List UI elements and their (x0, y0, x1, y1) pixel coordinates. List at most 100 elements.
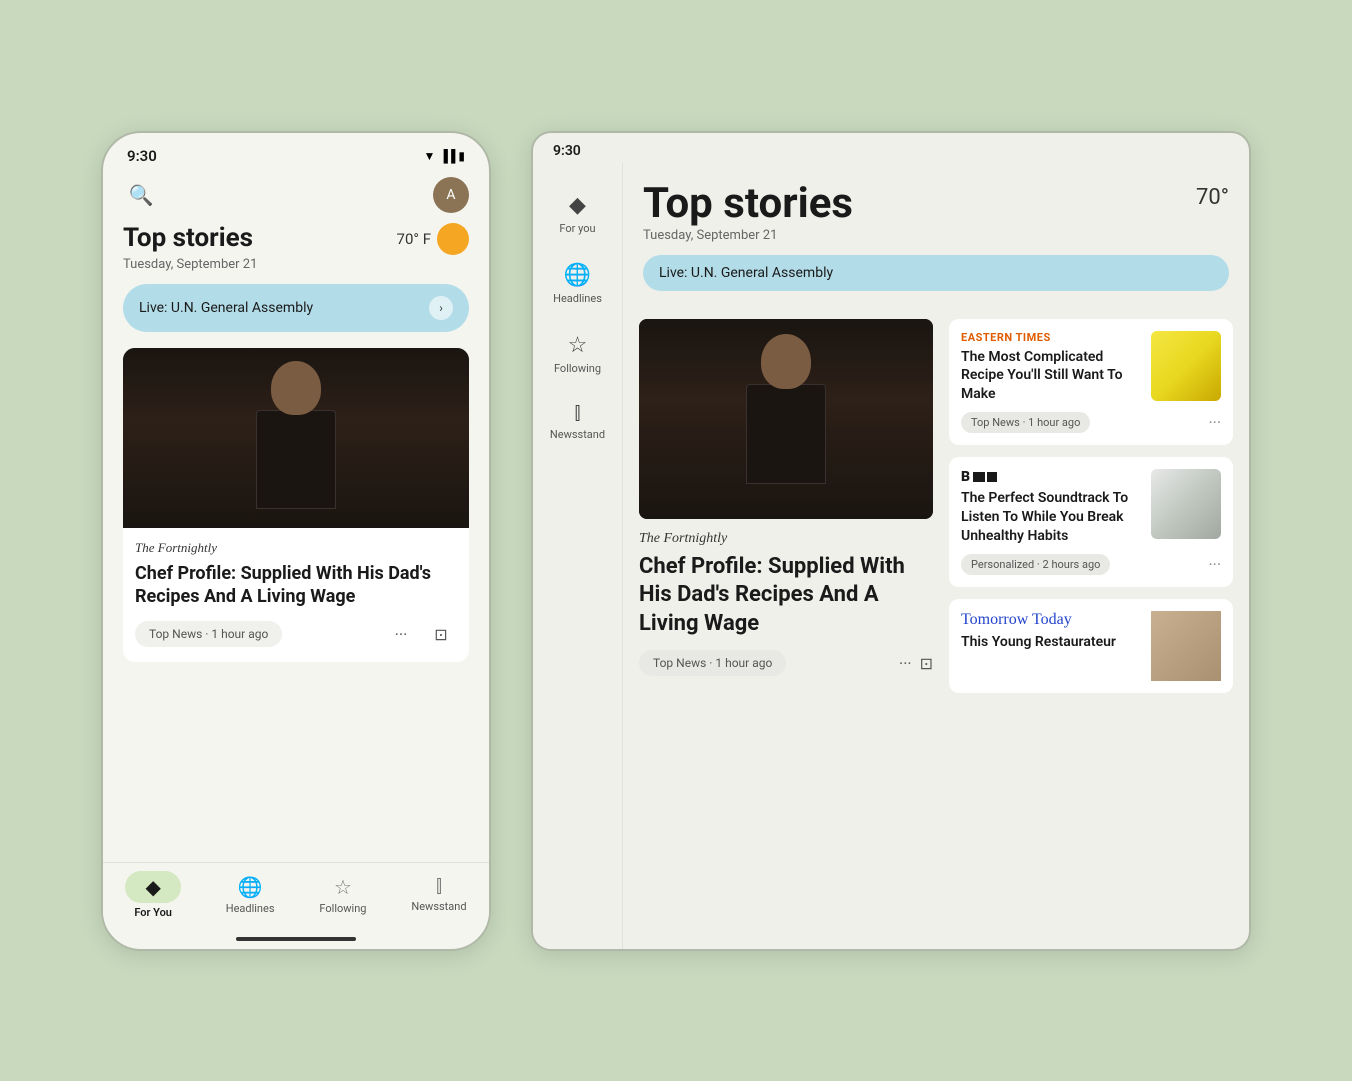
chef-figure (201, 361, 391, 514)
headlines-icon: 🌐 (238, 875, 263, 899)
tablet-top-section: Top stories 70° Tuesday, September 21 Li… (623, 163, 1249, 319)
tablet-article-image (639, 319, 933, 519)
nav-following[interactable]: ☆ Following (319, 875, 366, 915)
article-body: The Fortnightly Chef Profile: Supplied W… (123, 528, 469, 663)
battery-icon: ▮ (458, 149, 465, 163)
tablet-article-title: Chef Profile: Supplied With His Dad's Re… (639, 553, 933, 639)
tomorrow-today-label: Tomorrow Today (961, 611, 1141, 629)
eastern-times-thumb (1151, 331, 1221, 401)
sidebar-item-newsstand[interactable]: ⫿ Newsstand (533, 393, 622, 451)
nav-newsstand[interactable]: ⫿ Newsstand (411, 876, 466, 913)
home-indicator (236, 937, 356, 941)
be-card[interactable]: B The Perfect Soundtrack To Listen To Wh… (949, 457, 1233, 587)
tablet-device: 9:30 ◆ For you 🌐 Headlines ☆ Following ⫿… (531, 131, 1251, 951)
be-source-block1 (973, 472, 985, 482)
date-text: Tuesday, September 21 (123, 257, 469, 272)
sidebar-headlines-icon: 🌐 (564, 263, 591, 288)
article-title: Chef Profile: Supplied With His Dad's Re… (135, 562, 457, 609)
article-image (123, 348, 469, 528)
phone-time: 9:30 (127, 147, 157, 165)
tablet-main-article[interactable]: The Fortnightly Chef Profile: Supplied W… (623, 319, 949, 949)
top-stories-title: Top stories (123, 223, 253, 253)
tomorrow-title: This Young Restaurateur (961, 633, 1141, 652)
sidebar-newsstand-icon: ⫿ (575, 403, 581, 424)
tablet-sidebar: ◆ For you 🌐 Headlines ☆ Following ⫿ News… (533, 163, 623, 949)
wifi-icon: ▼ (423, 149, 435, 163)
eastern-times-card[interactable]: EASTERN TIMES The Most Complicated Recip… (949, 319, 1233, 446)
phone-content: Top stories 70° F Tuesday, September 21 … (103, 223, 489, 862)
sidebar-item-following[interactable]: ☆ Following (533, 323, 622, 385)
tablet-articles-area: The Fortnightly Chef Profile: Supplied W… (623, 319, 1249, 949)
sun-icon (437, 223, 469, 255)
chef-photo (123, 348, 469, 528)
sidebar-item-foryou[interactable]: ◆ For you (533, 183, 622, 245)
phone-device: 9:30 ▼ ▐▐ ▮ 🔍 A Top stories 70° F Tuesda… (101, 131, 491, 951)
nav-for-you[interactable]: ◆ For You (125, 871, 180, 919)
tomorrow-today-card[interactable]: Tomorrow Today This Young Restaurateur (949, 599, 1233, 693)
tablet-date: Tuesday, September 21 (643, 228, 1229, 243)
live-banner[interactable]: Live: U.N. General Assembly › (123, 284, 469, 332)
nav-following-label: Following (319, 902, 366, 915)
be-source-block2 (987, 472, 997, 482)
nav-for-you-label: For You (134, 906, 172, 919)
phone-bottom-nav: ◆ For You 🌐 Headlines ☆ Following ⫿ News… (103, 862, 489, 931)
weather-badge: 70° F (397, 223, 469, 255)
eastern-times-inner: EASTERN TIMES The Most Complicated Recip… (961, 331, 1221, 405)
tablet-weather: 70° (1196, 179, 1229, 210)
be-title: The Perfect Soundtrack To Listen To Whil… (961, 489, 1141, 546)
tablet-top-stories-title: Top stories (643, 179, 853, 228)
chef-head (271, 361, 321, 415)
eastern-times-footer: Top News · 1 hour ago ··· (961, 412, 1221, 433)
be-source-b: B (961, 469, 971, 485)
chef-body (256, 410, 336, 509)
sidebar-foryou-label: For you (559, 222, 595, 235)
eastern-times-more[interactable]: ··· (1208, 413, 1221, 432)
nav-headlines-label: Headlines (226, 902, 275, 915)
tablet-live-text: Live: U.N. General Assembly (659, 265, 833, 281)
weather-temp: 70° F (397, 230, 431, 248)
food-thumbnail (1151, 331, 1221, 401)
newsstand-icon: ⫿ (436, 876, 442, 897)
be-inner: B The Perfect Soundtrack To Listen To Wh… (961, 469, 1221, 546)
save-button[interactable]: ⊡ (425, 618, 457, 650)
status-icons: ▼ ▐▐ ▮ (423, 149, 465, 163)
sidebar-foryou-icon: ◆ (569, 193, 586, 218)
tablet-article-source: The Fortnightly (639, 531, 933, 547)
be-meta: Personalized · 2 hours ago (961, 554, 1110, 575)
tablet-chef-photo (639, 319, 933, 519)
tablet-more-button[interactable]: ··· (899, 654, 912, 673)
eastern-times-title: The Most Complicated Recipe You'll Still… (961, 348, 1141, 405)
live-banner-chevron[interactable]: › (429, 296, 453, 320)
tablet-save-button[interactable]: ⊡ (920, 654, 933, 673)
be-more[interactable]: ··· (1208, 555, 1221, 574)
phone-header: 🔍 A (103, 173, 489, 223)
sidebar-headlines-label: Headlines (553, 292, 602, 305)
sidebar-following-label: Following (554, 362, 601, 375)
article-actions: ··· ⊡ (385, 618, 457, 650)
be-thumb (1151, 469, 1221, 539)
tablet-chef-figure (705, 334, 867, 504)
following-icon: ☆ (334, 875, 352, 899)
tablet-live-banner[interactable]: Live: U.N. General Assembly (643, 255, 1229, 291)
tablet-main-content: Top stories 70° Tuesday, September 21 Li… (623, 163, 1249, 949)
tablet-article-actions: ··· ⊡ (899, 654, 933, 673)
tablet-article-meta: Top News · 1 hour ago (639, 650, 786, 676)
sidebar-item-headlines[interactable]: 🌐 Headlines (533, 253, 622, 315)
person-thumbnail (1151, 611, 1221, 681)
tablet-body: ◆ For you 🌐 Headlines ☆ Following ⫿ News… (533, 163, 1249, 949)
be-text: B The Perfect Soundtrack To Listen To Wh… (961, 469, 1141, 546)
article-card[interactable]: The Fortnightly Chef Profile: Supplied W… (123, 348, 469, 663)
nav-headlines[interactable]: 🌐 Headlines (226, 875, 275, 915)
eastern-times-text: EASTERN TIMES The Most Complicated Recip… (961, 331, 1141, 405)
be-label-el: B (961, 469, 1141, 485)
tomorrow-text: Tomorrow Today This Young Restaurateur (961, 611, 1141, 652)
phone-status-bar: 9:30 ▼ ▐▐ ▮ (103, 133, 489, 173)
article-meta: Top News · 1 hour ago (135, 621, 282, 647)
search-button[interactable]: 🔍 (123, 177, 159, 213)
live-banner-text: Live: U.N. General Assembly (139, 300, 313, 316)
eastern-times-label: EASTERN TIMES (961, 331, 1141, 344)
eastern-times-meta: Top News · 1 hour ago (961, 412, 1090, 433)
article-source: The Fortnightly (135, 540, 457, 556)
more-options-button[interactable]: ··· (385, 618, 417, 650)
avatar[interactable]: A (433, 177, 469, 213)
